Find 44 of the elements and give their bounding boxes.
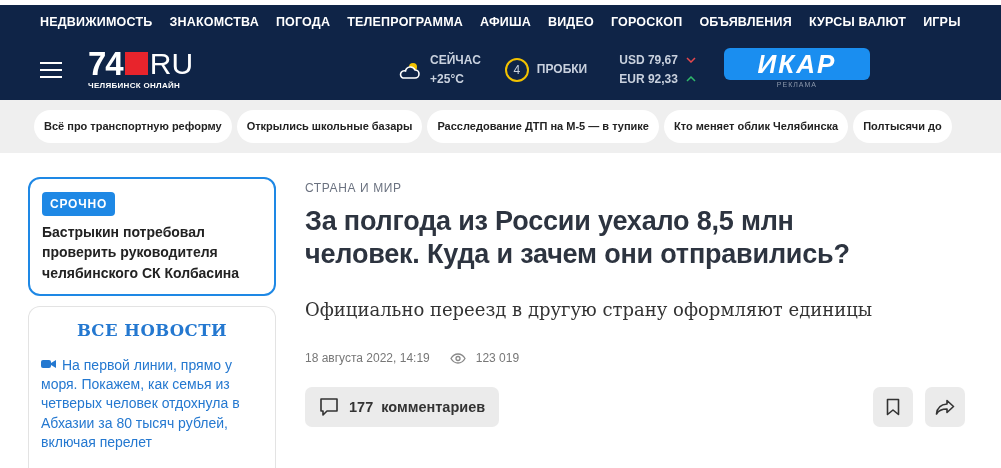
menu-link[interactable]: ГОРОСКОП xyxy=(610,12,683,32)
article-title: За полгода из России уехало 8,5 млн человек. Куда и зачем они отправились? xyxy=(305,205,851,272)
menu-link[interactable]: НЕДВИЖИМОСТЬ xyxy=(40,12,153,32)
menu-link[interactable]: ПОГОДА xyxy=(275,12,331,32)
menu-link[interactable]: ВИДЕО xyxy=(547,12,594,32)
exchange-rate: EUR 92,33 xyxy=(619,70,678,88)
urgent-label: СРОЧНО xyxy=(42,192,116,216)
menu-icon[interactable] xyxy=(40,61,62,78)
news-item-link[interactable]: На первой линии, прямо у моря. Покажем, как семья из четверых человек отдохнула в Абхазии за 80 тысяч рублей, включая перелет xyxy=(41,355,263,453)
logo-domain[interactable]: RU xyxy=(149,48,194,79)
speech-bubble-icon xyxy=(319,397,339,418)
publish-date: 18 августа 2022, 14:19 xyxy=(305,350,430,368)
logo-number[interactable]: 74 xyxy=(88,47,123,80)
topic-tag[interactable]: Всё про транспортную реформу xyxy=(34,110,232,143)
urgent-news-card[interactable]: СРОЧНО Бастрыкин потребовал проверить руководителя челябинского СК Колбасина xyxy=(28,177,276,296)
temperature: +25°C xyxy=(430,70,465,88)
share-button[interactable] xyxy=(925,387,965,428)
topic-tag[interactable]: Открылись школьные базары xyxy=(236,110,423,143)
traffic-label: ПРОБКИ xyxy=(536,61,588,79)
eye-icon xyxy=(449,352,466,364)
topic-tag[interactable]: Кто меняет облик Челябинска xyxy=(663,110,849,143)
article-lead: Официально переезд в другую страну оформляют единицы xyxy=(305,298,874,323)
topic-tag[interactable]: Расследование ДТП на М-5 — в тупике xyxy=(427,110,659,143)
news-feed-title[interactable]: ВСЕ НОВОСТИ xyxy=(41,318,263,344)
comments-button[interactable]: 177 комментариев xyxy=(305,387,500,428)
bookmark-button[interactable] xyxy=(873,387,913,428)
view-count: 123 019 xyxy=(475,350,520,368)
share-arrow-icon xyxy=(935,399,955,416)
video-camera-icon xyxy=(41,358,56,369)
exchange-rate: USD 79,67 xyxy=(619,51,678,69)
topic-tag[interactable]: Полтысячи до xyxy=(853,110,952,143)
menu-link[interactable]: АФИША xyxy=(479,12,531,32)
menu-link[interactable]: КУРСЫ ВАЛЮТ xyxy=(808,12,907,32)
weather-label: СЕЙЧАС xyxy=(430,51,481,69)
traffic-score: 4 xyxy=(504,57,529,82)
menu-link[interactable]: ОБЪЯВЛЕНИЯ xyxy=(699,12,792,32)
menu-link[interactable]: ЗНАКОМСТВА xyxy=(169,12,259,32)
bookmark-icon xyxy=(886,398,900,417)
menu-link[interactable]: ТЕЛЕПРОГРАММА xyxy=(347,12,463,32)
logo-subtitle: ЧЕЛЯБИНСК ОНЛАЙН xyxy=(88,80,182,92)
menu-link[interactable]: ИГРЫ xyxy=(923,12,961,32)
urgent-headline[interactable]: Бастрыкин потребовал проверить руководителя челябинского СК Колбасина xyxy=(42,222,262,283)
logo-square-icon xyxy=(124,52,148,75)
rubric-link[interactable]: СТРАНА И МИР xyxy=(305,179,965,197)
